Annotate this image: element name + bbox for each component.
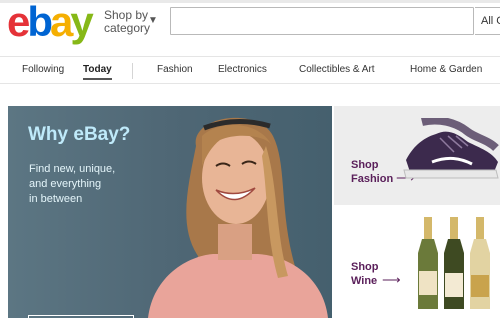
category-select[interactable]: All C [475, 7, 500, 35]
tile-label-line: Shop [351, 159, 379, 171]
tile-label-line: Fashion [351, 173, 394, 185]
logo-letter-a: a [50, 0, 73, 45]
nav-separator [132, 63, 133, 79]
logo-letter-y: y [70, 0, 93, 45]
nav-collectibles-art[interactable]: Collectibles & Art [299, 64, 375, 75]
shop-by-category-button[interactable]: Shop by category [104, 9, 150, 35]
shop-wine-tile[interactable]: Shop Wine ⟶ [334, 207, 500, 318]
logo-letter-e: e [7, 0, 30, 45]
tile-label-line: Shop [351, 261, 379, 273]
sneaker-image [403, 118, 499, 179]
hero-banner[interactable]: Why eBay? Find new, unique, and everythi… [8, 106, 332, 318]
wine-bottles-image [418, 217, 490, 309]
shop-fashion-tile[interactable]: Shop Fashion ⟶ [334, 106, 500, 205]
hero-line: and everything [29, 178, 102, 190]
category-label: category [104, 21, 151, 35]
nav-following[interactable]: Following [22, 64, 64, 75]
logo-letter-b: b [27, 0, 53, 45]
hero-subtitle: Find new, unique, and everything in betw… [29, 162, 139, 207]
arrow-right-icon: ⟶ [382, 272, 401, 287]
chevron-down-icon: ▼ [148, 15, 158, 26]
category-nav: Following Today Fashion Electronics Coll… [0, 56, 500, 84]
tile-label: Shop Fashion [351, 158, 393, 186]
hero-line: in between [29, 193, 83, 205]
nav-today[interactable]: Today [83, 64, 112, 80]
tile-label-line: Wine [351, 275, 378, 287]
ebay-logo[interactable]: ebay [7, 1, 94, 43]
nav-home-garden[interactable]: Home & Garden [410, 64, 482, 75]
hero-line: Find new, unique, [29, 163, 116, 175]
nav-electronics[interactable]: Electronics [218, 64, 267, 75]
tile-label: Shop Wine [351, 260, 379, 288]
search-input[interactable] [170, 7, 474, 35]
nav-fashion[interactable]: Fashion [157, 64, 193, 75]
smiling-woman-photo [148, 117, 328, 318]
hero-title: Why eBay? [28, 124, 131, 145]
